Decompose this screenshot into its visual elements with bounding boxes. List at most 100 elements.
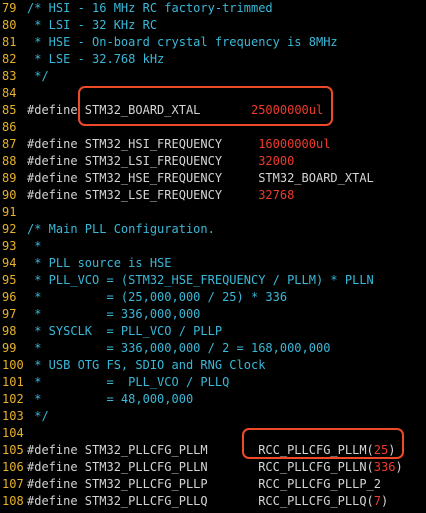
code-comment: * LSE - 32.768 kHz: [27, 52, 165, 66]
code-text: /* Main PLL Configuration.: [27, 221, 215, 238]
line-number: 97: [2, 307, 17, 321]
code-identifier: STM32_PLLCFG_PLLP RCC_PLLCFG_PLLP_2: [84, 477, 382, 491]
line-number: 101: [2, 375, 24, 389]
code-comment: */: [27, 69, 49, 83]
code-comment: * SYSCLK = PLL_VCO / PLLP: [27, 324, 223, 338]
code-line: 88 #define STM32_LSI_FREQUENCY 32000: [0, 153, 426, 170]
code-text: #define STM32_HSI_FREQUENCY 16000000ul: [27, 136, 330, 153]
code-text: */: [27, 408, 49, 425]
line-number: 94: [2, 256, 17, 270]
code-line: 105 #define STM32_PLLCFG_PLLM RCC_PLLCFG_…: [0, 442, 426, 459]
line-number: 90: [2, 188, 17, 202]
code-comment: * HSE - On-board crystal frequency is 8M…: [27, 35, 338, 49]
code-comment: *: [27, 239, 42, 253]
code-line: 104: [0, 425, 426, 442]
code-line: 107 #define STM32_PLLCFG_PLLP RCC_PLLCFG_…: [0, 476, 426, 493]
line-number: 104: [2, 426, 24, 440]
code-text: #define STM32_LSI_FREQUENCY 32000: [27, 153, 294, 170]
line-number: 81: [2, 35, 17, 49]
code-identifier: STM32_LSI_FREQUENCY: [84, 154, 259, 168]
line-number: 87: [2, 137, 17, 151]
code-identifier: STM32_PLLCFG_PLLN RCC_PLLCFG_PLLN(: [84, 460, 374, 474]
code-line: 87 #define STM32_HSI_FREQUENCY 16000000ul: [0, 136, 426, 153]
code-text: * HSE - On-board crystal frequency is 8M…: [27, 34, 338, 51]
code-line: 102 * = 48,000,000: [0, 391, 426, 408]
code-identifier: STM32_HSE_FREQUENCY STM32_BOARD_XTAL: [84, 171, 374, 185]
code-line: 91: [0, 204, 426, 221]
code-line: 89 #define STM32_HSE_FREQUENCY STM32_BOAR…: [0, 170, 426, 187]
numeric-literal: 336: [373, 460, 396, 474]
line-number: 100: [2, 358, 24, 372]
preprocessor-directive: #define: [27, 443, 85, 457]
code-identifier: STM32_BOARD_XTAL: [84, 103, 251, 117]
code-text: * LSE - 32.768 kHz: [27, 51, 164, 68]
code-line: 99 * = 336,000,000 / 2 = 168,000,000: [0, 340, 426, 357]
code-line: 80 * LSI - 32 KHz RC: [0, 17, 426, 34]
code-editor[interactable]: 79 /* HSI - 16 MHz RC factory-trimmed 80 *…: [0, 0, 426, 513]
code-text: * = 48,000,000: [27, 391, 193, 408]
code-text: * = PLL_VCO / PLLQ: [27, 374, 229, 391]
line-number: 103: [2, 409, 24, 423]
line-number: 95: [2, 273, 17, 287]
code-line: 103 */: [0, 408, 426, 425]
code-text: * PLL_VCO = (STM32_HSE_FREQUENCY / PLLM)…: [27, 272, 374, 289]
code-line: 98 * SYSCLK = PLL_VCO / PLLP: [0, 323, 426, 340]
preprocessor-directive: #define: [27, 171, 85, 185]
code-text: #define STM32_PLLCFG_PLLN RCC_PLLCFG_PLL…: [27, 459, 403, 476]
code-comment: * PLL_VCO = (STM32_HSE_FREQUENCY / PLLM)…: [27, 273, 374, 287]
code-comment: /* HSI - 16 MHz RC factory-trimmed: [27, 1, 273, 15]
numeric-literal: 16000000ul: [258, 137, 331, 151]
numeric-literal: 25000000ul: [250, 103, 324, 117]
code-comment: * = 48,000,000: [27, 392, 194, 406]
preprocessor-directive: #define: [27, 103, 85, 117]
preprocessor-directive: #define: [27, 494, 85, 508]
code-text: */: [27, 68, 49, 85]
code-line: 82 * LSE - 32.768 kHz: [0, 51, 426, 68]
code-line: 97 * = 336,000,000: [0, 306, 426, 323]
line-number: 107: [2, 477, 24, 491]
line-number: 91: [2, 205, 17, 219]
code-line: 81 * HSE - On-board crystal frequency is…: [0, 34, 426, 51]
line-number: 84: [2, 86, 17, 100]
code-line: 85 #define STM32_BOARD_XTAL 25000000ul: [0, 102, 426, 119]
code-identifier: ): [388, 443, 396, 457]
code-comment: */: [27, 409, 49, 423]
code-text: * = 336,000,000: [27, 306, 200, 323]
code-identifier: STM32_PLLCFG_PLLQ RCC_PLLCFG_PLLQ(: [84, 494, 374, 508]
code-line: 100 * USB OTG FS, SDIO and RNG Clock: [0, 357, 426, 374]
code-text: * LSI - 32 KHz RC: [27, 17, 157, 34]
line-number: 108: [2, 494, 24, 508]
line-number: 86: [2, 120, 17, 134]
code-line: 90 #define STM32_LSE_FREQUENCY 32768: [0, 187, 426, 204]
code-identifier: STM32_PLLCFG_PLLM RCC_PLLCFG_PLLM(: [84, 443, 374, 457]
code-text: * = (25,000,000 / 25) * 336: [27, 289, 287, 306]
code-text: /* HSI - 16 MHz RC factory-trimmed: [27, 0, 273, 17]
code-text: #define STM32_PLLCFG_PLLP RCC_PLLCFG_PLL…: [27, 476, 381, 493]
line-number: 88: [2, 154, 17, 168]
line-number: 80: [2, 18, 17, 32]
code-line: 79 /* HSI - 16 MHz RC factory-trimmed: [0, 0, 426, 17]
code-text: * USB OTG FS, SDIO and RNG Clock: [27, 357, 265, 374]
code-comment: * LSI - 32 KHz RC: [27, 18, 158, 32]
code-comment: * = (25,000,000 / 25) * 336: [27, 290, 288, 304]
code-text: #define STM32_LSE_FREQUENCY 32768: [27, 187, 294, 204]
line-number: 79: [2, 1, 17, 15]
code-line: 94 * PLL source is HSE: [0, 255, 426, 272]
line-number: 83: [2, 69, 17, 83]
line-number: 85: [2, 103, 17, 117]
code-comment: /* Main PLL Configuration.: [27, 222, 215, 236]
code-text: *: [27, 238, 41, 255]
code-line: 96 * = (25,000,000 / 25) * 336: [0, 289, 426, 306]
code-text: * PLL source is HSE: [27, 255, 171, 272]
code-line: 93 *: [0, 238, 426, 255]
code-line: 108 #define STM32_PLLCFG_PLLQ RCC_PLLCFG_…: [0, 493, 426, 510]
code-text: #define STM32_HSE_FREQUENCY STM32_BOARD_…: [27, 170, 374, 187]
preprocessor-directive: #define: [27, 477, 85, 491]
code-text: * = 336,000,000 / 2 = 168,000,000: [27, 340, 330, 357]
line-number: 82: [2, 52, 17, 66]
line-number: 106: [2, 460, 24, 474]
code-line: 95 * PLL_VCO = (STM32_HSE_FREQUENCY / PL…: [0, 272, 426, 289]
numeric-literal: 7: [373, 494, 382, 508]
code-line: 86: [0, 119, 426, 136]
numeric-literal: 25: [373, 443, 389, 457]
